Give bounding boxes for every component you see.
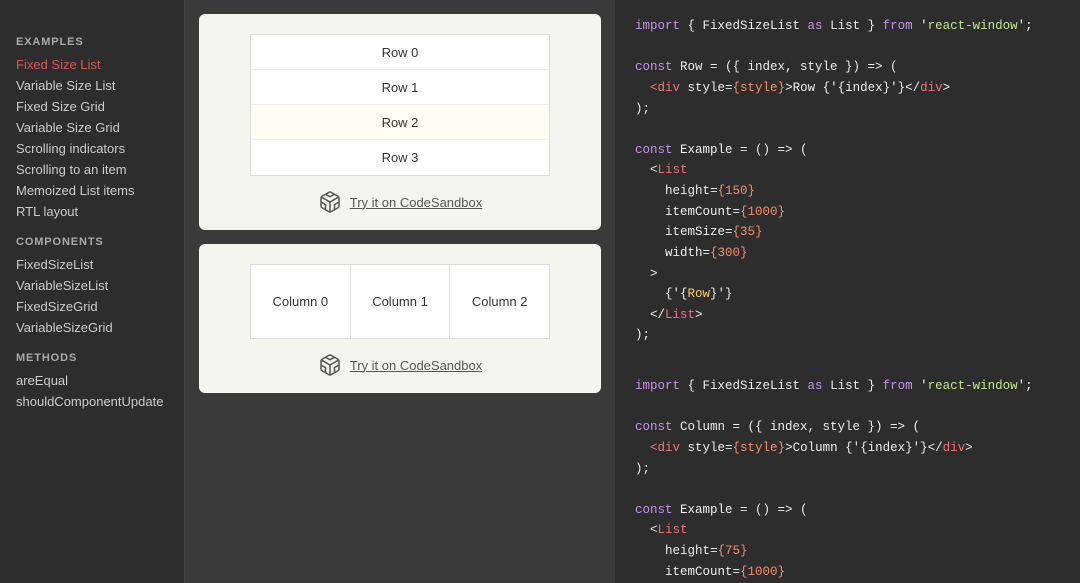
codesandbox-link-label[interactable]: Try it on CodeSandbox xyxy=(350,195,482,210)
code-line: height={150} xyxy=(635,181,1060,202)
code-line: itemCount={1000} xyxy=(635,202,1060,223)
sidebar-item-memoized-list-items[interactable]: Memoized List items xyxy=(16,180,184,201)
sidebar-item-variable-size-list[interactable]: Variable Size List xyxy=(16,75,184,96)
sidebar-item-are-equal[interactable]: areEqual xyxy=(16,370,184,391)
code-panel: import { FixedSizeList as List } from 'r… xyxy=(615,0,1080,583)
code-line: const Example = () => ( xyxy=(635,140,1060,161)
sidebar-item-fixed-size-grid-comp[interactable]: FixedSizeGrid xyxy=(16,296,184,317)
sidebar-item-variable-size-grid-comp[interactable]: VariableSizeGrid xyxy=(16,317,184,338)
code-line xyxy=(635,37,1060,58)
code-line: const Row = ({ index, style }) => ( xyxy=(635,57,1060,78)
code-line: <div style={style}>Row {'{index}'}</div> xyxy=(635,78,1060,99)
sidebar-section-label: METHODS xyxy=(16,352,184,364)
demo-panel: Row 0 Row 1 Row 2 Row 3 Try it on CodeSa… xyxy=(185,0,615,583)
sidebar-item-fixed-size-list[interactable]: Fixed Size List xyxy=(16,54,184,75)
code-line: </List> xyxy=(635,305,1060,326)
codesandbox-link-label[interactable]: Try it on CodeSandbox xyxy=(350,358,482,373)
list-row: Row 3 xyxy=(251,140,549,175)
horizontal-list-demo: Column 0 Column 1 Column 2 Try it on Cod… xyxy=(199,244,601,393)
horizontal-list: Column 0 Column 1 Column 2 xyxy=(250,264,550,339)
list-row: Row 2 xyxy=(251,105,549,140)
code-line xyxy=(635,479,1060,500)
sidebar-item-scrolling-indicators[interactable]: Scrolling indicators xyxy=(16,138,184,159)
sidebar-item-scrolling-to-an-item[interactable]: Scrolling to an item xyxy=(16,159,184,180)
code-line: ); xyxy=(635,325,1060,346)
code-line: const Column = ({ index, style }) => ( xyxy=(635,417,1060,438)
sidebar-item-variable-size-list-comp[interactable]: VariableSizeList xyxy=(16,275,184,296)
list-col: Column 2 xyxy=(450,265,549,338)
sidebar: EXAMPLES Fixed Size ListVariable Size Lis… xyxy=(0,0,185,583)
code-line: import { FixedSizeList as List } from 'r… xyxy=(635,16,1060,37)
code-line: ); xyxy=(635,99,1060,120)
code-line: height={75} xyxy=(635,541,1060,562)
vertical-list: Row 0 Row 1 Row 2 Row 3 xyxy=(250,34,550,176)
codesandbox-icon xyxy=(318,353,342,377)
sidebar-section-label: COMPONENTS xyxy=(16,236,184,248)
sidebar-item-fixed-size-grid[interactable]: Fixed Size Grid xyxy=(16,96,184,117)
list-row: Row 1 xyxy=(251,70,549,105)
code-line: import { FixedSizeList as List } from 'r… xyxy=(635,376,1060,397)
code-line: itemCount={1000} xyxy=(635,562,1060,583)
list-col: Column 1 xyxy=(351,265,451,338)
main-content: Row 0 Row 1 Row 2 Row 3 Try it on CodeSa… xyxy=(185,0,1080,583)
code-line: itemSize={35} xyxy=(635,222,1060,243)
code-line: const Example = () => ( xyxy=(635,500,1060,521)
sidebar-section-label: EXAMPLES xyxy=(16,36,184,48)
codesandbox-icon xyxy=(318,190,342,214)
sidebar-item-variable-size-grid[interactable]: Variable Size Grid xyxy=(16,117,184,138)
list-row: Row 0 xyxy=(251,35,549,70)
sidebar-item-fixed-size-list-comp[interactable]: FixedSizeList xyxy=(16,254,184,275)
code-block-horizontal: import { FixedSizeList as List } from 'r… xyxy=(635,376,1060,583)
code-line: <List xyxy=(635,160,1060,181)
code-line xyxy=(635,397,1060,418)
codesandbox-link-vertical[interactable]: Try it on CodeSandbox xyxy=(219,190,581,214)
code-line: width={300} xyxy=(635,243,1060,264)
code-line: ); xyxy=(635,459,1060,480)
code-line: > xyxy=(635,264,1060,285)
code-line: <List xyxy=(635,520,1060,541)
code-line: {'{Row}'} xyxy=(635,284,1060,305)
code-block-vertical: import { FixedSizeList as List } from 'r… xyxy=(635,16,1060,346)
code-line: <div style={style}>Column {'{index}'}</d… xyxy=(635,438,1060,459)
codesandbox-link-horizontal[interactable]: Try it on CodeSandbox xyxy=(219,353,581,377)
list-col: Column 0 xyxy=(251,265,351,338)
sidebar-item-should-component-update[interactable]: shouldComponentUpdate xyxy=(16,391,184,412)
sidebar-item-rtl-layout[interactable]: RTL layout xyxy=(16,201,184,222)
code-line xyxy=(635,119,1060,140)
vertical-list-demo: Row 0 Row 1 Row 2 Row 3 Try it on CodeSa… xyxy=(199,14,601,230)
